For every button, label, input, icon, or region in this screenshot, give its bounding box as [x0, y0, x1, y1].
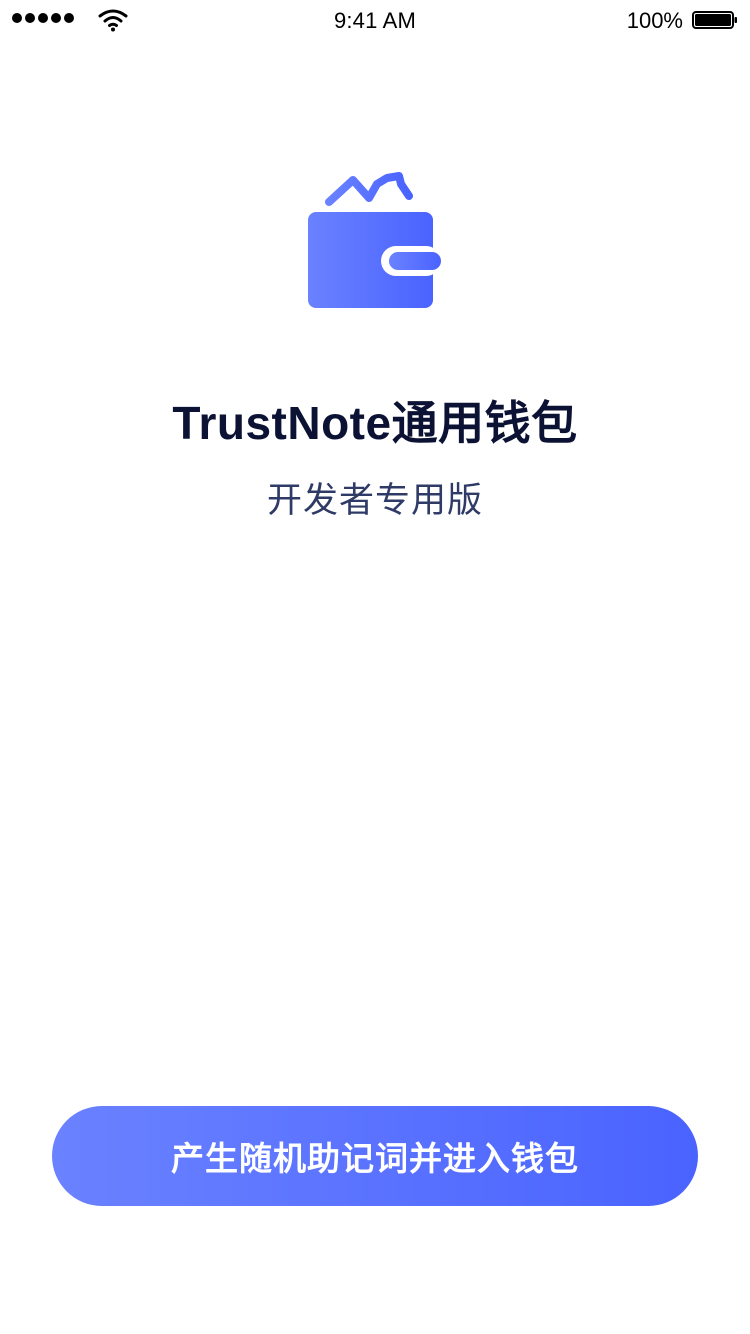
- battery-icon: [692, 11, 737, 29]
- wallet-icon: [308, 172, 441, 308]
- battery-percent: 100%: [626, 8, 683, 33]
- primary-button-label: 产生随机助记词并进入钱包: [171, 1140, 579, 1177]
- page-title: TrustNote通用钱包: [172, 397, 578, 449]
- status-bar: 9:41 AM 100%: [0, 0, 750, 44]
- page-subtitle: 开发者专用版: [266, 481, 483, 520]
- generate-mnemonic-enter-wallet-button[interactable]: 产生随机助记词并进入钱包: [52, 1106, 698, 1206]
